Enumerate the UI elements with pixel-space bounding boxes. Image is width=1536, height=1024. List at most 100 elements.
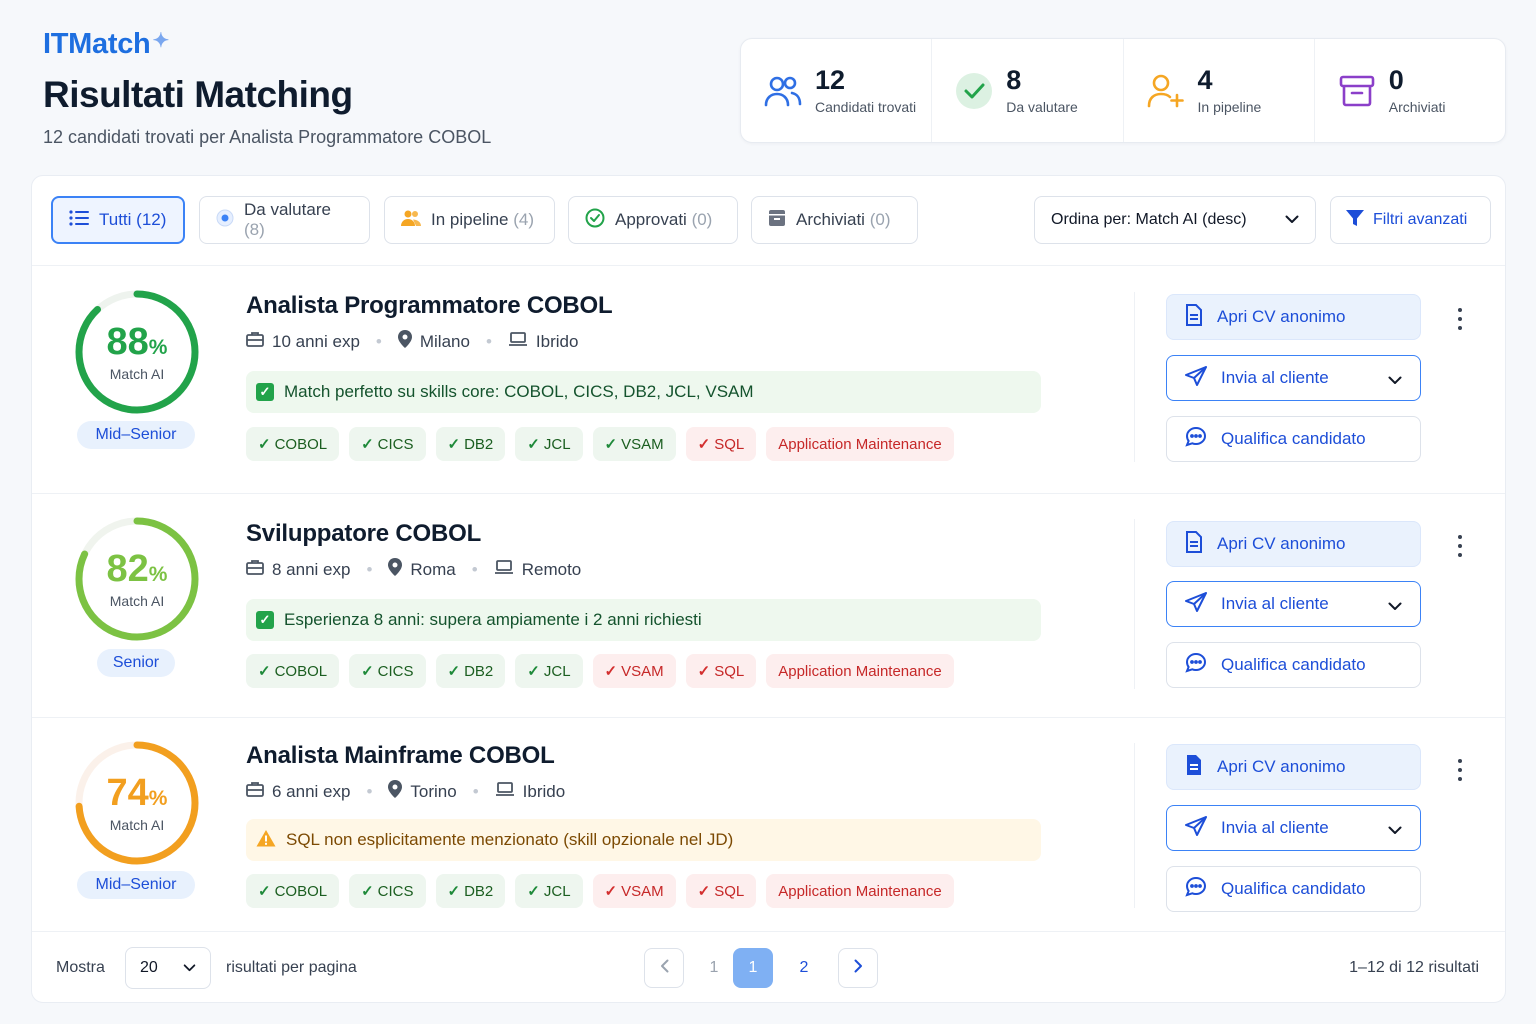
check-icon: ✓: [604, 436, 618, 453]
skill-tag: ✓ VSAM: [592, 654, 676, 688]
send-to-client-button[interactable]: Invia al cliente: [1166, 581, 1421, 627]
more-options-icon[interactable]: [1452, 304, 1468, 334]
tab-pipeline[interactable]: In pipeline (4): [384, 196, 555, 244]
check-icon: ✓: [361, 663, 374, 680]
check-icon: ✓: [697, 663, 711, 680]
skill-tag: ✓ DB2: [435, 654, 506, 688]
laptop-icon: [495, 781, 515, 802]
candidate-meta: 6 anni exp • Torino • Ibrido: [246, 780, 565, 803]
stat-label: Archiviati: [1388, 98, 1446, 115]
stat-found: 12 Candidati trovati: [741, 39, 933, 142]
skill-tag: ✓ CICS: [349, 427, 426, 461]
skill-tag: ✓ SQL: [685, 874, 757, 908]
check-circle-icon: [585, 208, 605, 233]
user-plus-icon: [1146, 71, 1186, 111]
archive-icon: [768, 209, 786, 232]
tab-all[interactable]: Tutti (12): [51, 196, 185, 244]
tab-to-review[interactable]: Da valutare (8): [199, 196, 370, 244]
checkbox-check-icon: ✓: [256, 611, 274, 629]
candidate-title[interactable]: Sviluppatore COBOL: [246, 520, 481, 548]
chevron-down-icon[interactable]: [1388, 596, 1402, 616]
candidate-title[interactable]: Analista Programmatore COBOL: [246, 292, 613, 320]
filter-bar: Tutti (12) Da valutare (8) In pipeline (…: [32, 176, 1505, 266]
filter-icon: [1345, 208, 1365, 233]
skill-tag: ✓ JCL: [515, 874, 583, 908]
skill-tags: ✓ COBOL ✓ CICS ✓ DB2 ✓ JCL ✓ VSAM ✓ SQL Application …: [246, 654, 954, 688]
open-cv-button[interactable]: Apri CV anonimo: [1166, 521, 1421, 567]
skill-tag: ✓ DB2: [435, 427, 506, 461]
skill-tags: ✓ COBOL ✓ CICS ✓ DB2 ✓ JCL ✓ VSAM ✓ SQL Application …: [246, 874, 954, 908]
skill-tag: ✓ COBOL: [246, 427, 340, 461]
check-circle-icon: [954, 71, 994, 111]
divider: [1134, 743, 1135, 908]
match-note: ✓ Esperienza 8 anni: supera ampiamente i …: [246, 599, 1041, 641]
tab-archived[interactable]: Archiviati (0): [751, 196, 918, 244]
qualify-candidate-button[interactable]: Qualifica candidato: [1166, 642, 1421, 688]
per-page-suffix: risultati per pagina: [226, 959, 357, 976]
check-icon: ✓: [697, 883, 711, 900]
briefcase-icon: [246, 331, 264, 352]
per-page-select[interactable]: 20: [125, 947, 211, 989]
divider: [1134, 292, 1135, 462]
open-cv-button[interactable]: Apri CV anonimo: [1166, 744, 1421, 790]
location-pin-icon: [397, 330, 412, 353]
qualify-candidate-button[interactable]: Qualifica candidato: [1166, 416, 1421, 462]
pagination-bar: Mostra 20 risultati per pagina 1 1 2 1–1…: [32, 932, 1505, 1004]
prev-page-button[interactable]: [644, 948, 684, 988]
send-to-client-button[interactable]: Invia al cliente: [1166, 805, 1421, 851]
skill-tag: ✓ CICS: [349, 654, 426, 688]
stat-value: 8: [1006, 65, 1022, 96]
check-icon: ✓: [527, 663, 540, 680]
check-icon: ✓: [447, 883, 461, 900]
more-options-icon[interactable]: [1452, 531, 1468, 561]
check-icon: ✓: [258, 436, 271, 453]
briefcase-icon: [246, 781, 264, 802]
show-label: Mostra: [56, 959, 105, 976]
check-icon: ✓: [361, 436, 374, 453]
document-icon: [1185, 754, 1203, 781]
skill-tag: Application Maintenance: [766, 654, 954, 688]
check-icon: ✓: [258, 663, 271, 680]
next-page-button[interactable]: [838, 948, 878, 988]
qualify-candidate-button[interactable]: Qualifica candidato: [1166, 866, 1421, 912]
tab-approved[interactable]: Approvati (0): [568, 196, 738, 244]
skill-tag: ✓ SQL: [685, 654, 757, 688]
candidate-meta: 10 anni exp • Milano • Ibrido: [246, 330, 578, 353]
page-number[interactable]: 1: [694, 948, 734, 988]
brand-logo[interactable]: ITMatch ✦: [43, 28, 169, 61]
page-number[interactable]: 2: [784, 948, 824, 988]
chevron-down-icon[interactable]: [1388, 370, 1402, 390]
match-label: Match AI: [109, 817, 165, 833]
skill-tags: ✓ COBOL ✓ CICS ✓ DB2 ✓ JCL ✓ VSAM ✓ SQL Application …: [246, 427, 954, 461]
skill-tag: ✓ JCL: [515, 654, 583, 688]
match-note: SQL non esplicitamente menzionato (skill…: [246, 819, 1041, 861]
skill-tag: ✓ VSAM: [592, 874, 676, 908]
match-label: Match AI: [109, 593, 165, 609]
skill-tag: ✓ DB2: [435, 874, 506, 908]
send-icon: [1185, 591, 1207, 617]
laptop-icon: [508, 331, 528, 352]
match-gauge: 88% Match AI: [74, 289, 200, 415]
users-icon: [401, 209, 421, 232]
chevron-down-icon[interactable]: [1388, 820, 1402, 840]
stats-bar: 12 Candidati trovati 8 Da valutare 4 In pip…: [740, 38, 1506, 143]
advanced-filters-button[interactable]: Filtri avanzati: [1330, 196, 1491, 244]
candidate-title[interactable]: Analista Mainframe COBOL: [246, 742, 555, 770]
warning-icon: [256, 829, 276, 852]
check-icon: ✓: [604, 883, 618, 900]
match-note: ✓ Match perfetto su skills core: COBOL, C…: [246, 371, 1041, 413]
sort-select[interactable]: Ordina per: Match AI (desc): [1034, 196, 1316, 244]
more-options-icon[interactable]: [1452, 755, 1468, 785]
checkbox-check-icon: ✓: [256, 383, 274, 401]
open-cv-button[interactable]: Apri CV anonimo: [1166, 294, 1421, 340]
skill-tag: ✓ JCL: [515, 427, 583, 461]
sparkle-icon: ✦: [152, 30, 169, 52]
skill-tag: ✓ VSAM: [592, 427, 676, 461]
chat-icon: [1185, 876, 1207, 903]
chat-icon: [1185, 652, 1207, 679]
location-pin-icon: [388, 780, 403, 803]
send-to-client-button[interactable]: Invia al cliente: [1166, 355, 1421, 401]
stat-value: 0: [1388, 65, 1404, 96]
location-pin-icon: [388, 558, 403, 581]
page-number-current[interactable]: 1: [733, 948, 773, 988]
